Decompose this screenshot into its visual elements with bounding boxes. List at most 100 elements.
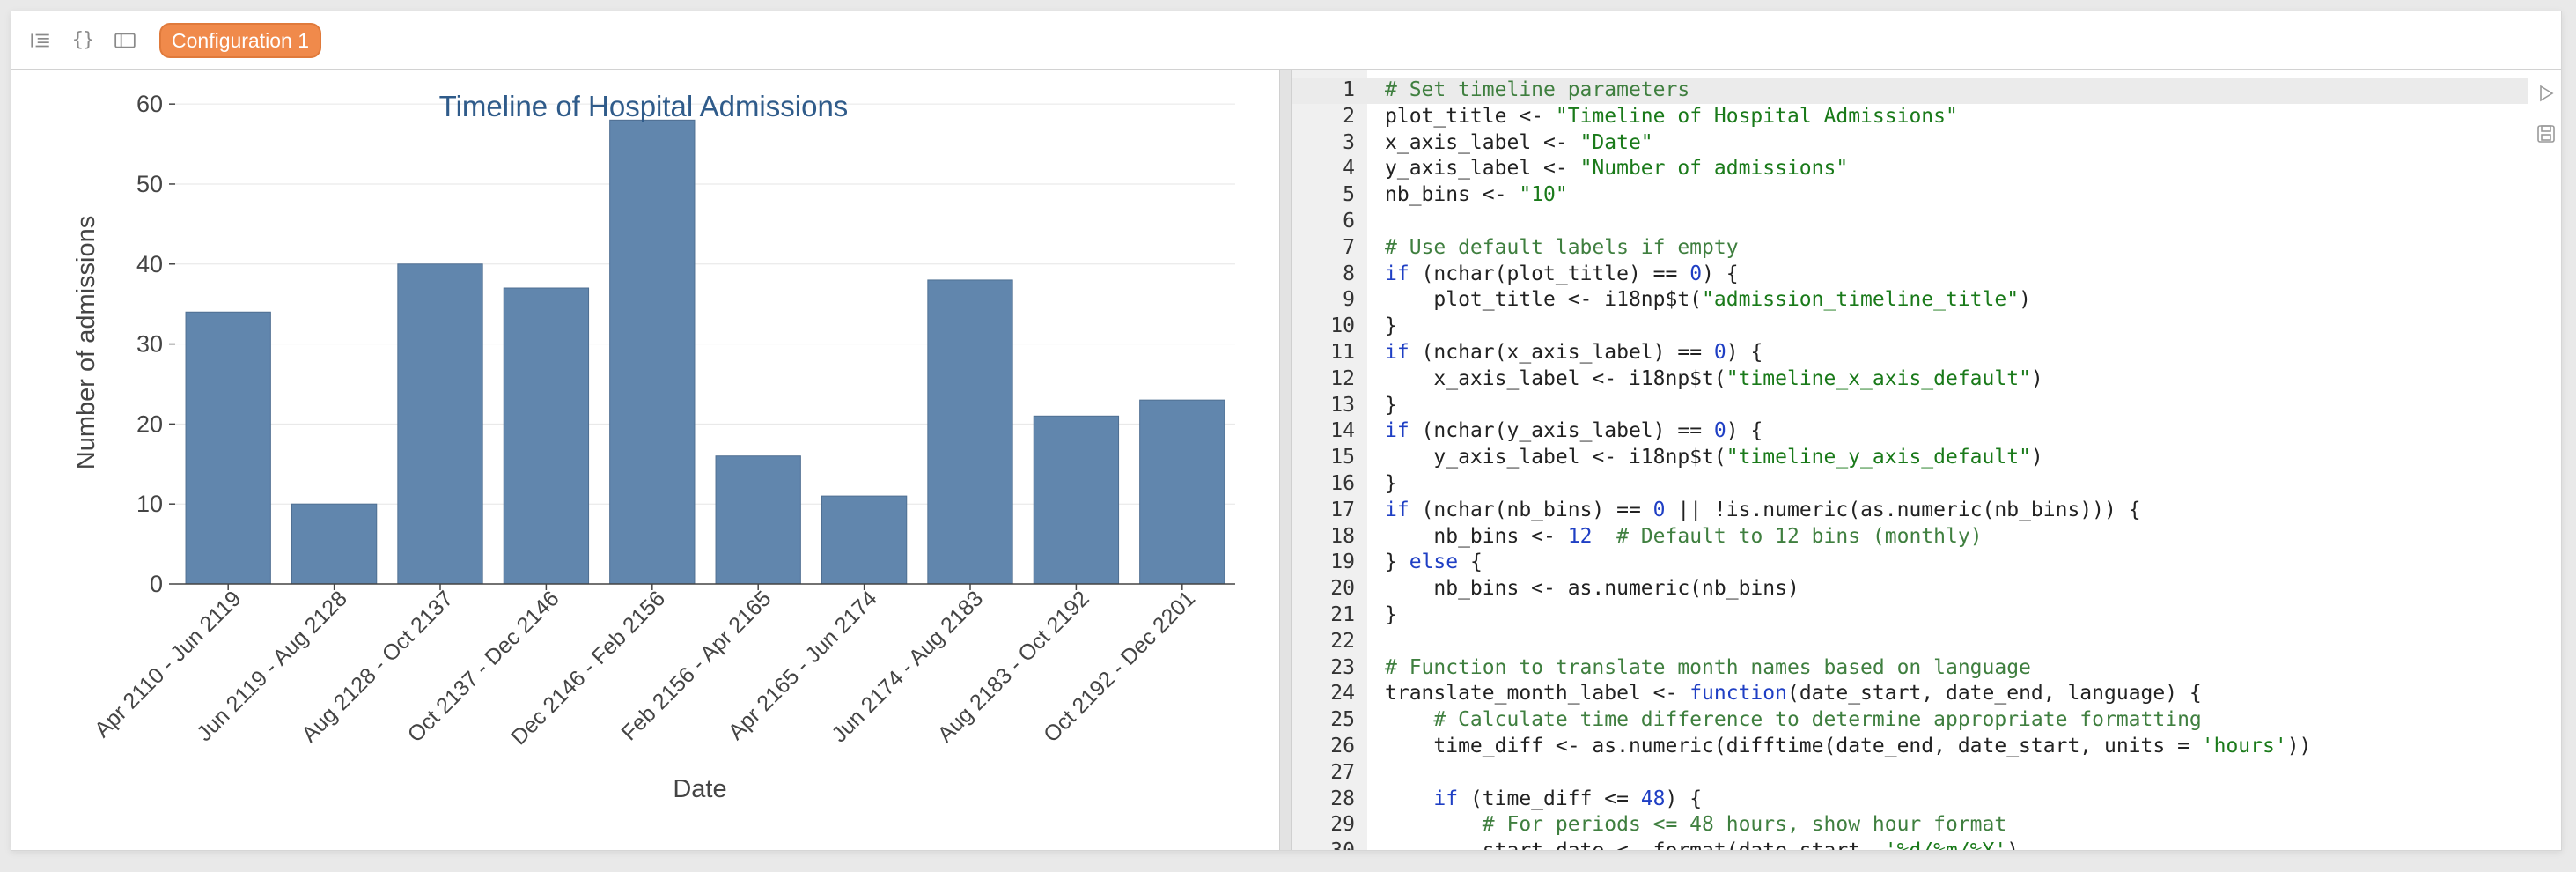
list-icon[interactable]	[27, 27, 54, 54]
code-line[interactable]: 9 plot_title <- i18np$t("admission_timel…	[1292, 287, 2528, 314]
code-text: time_diff <- as.numeric(difftime(date_en…	[1385, 734, 2312, 757]
line-number: 20	[1330, 577, 1355, 601]
line-number: 22	[1330, 629, 1355, 653]
bars	[185, 119, 1225, 585]
code-line[interactable]: 13}	[1292, 393, 2528, 419]
line-number: 18	[1330, 524, 1355, 548]
line-number: 24	[1330, 682, 1355, 706]
code-text: }	[1385, 393, 1397, 417]
code-line[interactable]: 26 time_diff <- as.numeric(difftime(date…	[1292, 734, 2528, 760]
line-number: 13	[1330, 393, 1355, 417]
code-line[interactable]: 7 # Use default labels if empty	[1292, 235, 2528, 262]
line-number: 26	[1330, 734, 1355, 757]
bar[interactable]	[1033, 415, 1120, 585]
code-editor[interactable]: 1 # Set timeline parameters 2 plot_title <-…	[1292, 70, 2528, 850]
code-line[interactable]: 23 # Function to translate month names ba…	[1292, 655, 2528, 682]
code-line[interactable]: 28 if (time_diff <= 48) {	[1292, 787, 2528, 813]
code-line[interactable]: 27	[1292, 760, 2528, 787]
code-line[interactable]: 11 if (nchar(x_axis_label) == 0) {	[1292, 340, 2528, 366]
bar[interactable]	[1139, 399, 1225, 585]
line-number: 11	[1330, 340, 1355, 364]
code-line[interactable]: 15 y_axis_label <- i18np$t("timeline_y_a…	[1292, 445, 2528, 471]
y-tick-label: 10	[136, 491, 163, 517]
code-line[interactable]: 29 # For periods <= 48 hours, show hour …	[1292, 812, 2528, 839]
bar[interactable]	[821, 495, 908, 585]
chart-pane: 0 10 20 30 40 50 60 Apr 2110 - Jun 2119 Jun 2119…	[11, 70, 1279, 850]
y-axis-label: Number of admissions	[72, 216, 100, 470]
code-text: # Calculate time difference to determine…	[1433, 708, 2202, 732]
line-number: 1	[1343, 78, 1355, 101]
code-text: # For periods <= 48 hours, show hour for…	[1482, 813, 2007, 837]
line-number: 6	[1343, 209, 1355, 233]
y-tick-label: 50	[136, 171, 163, 197]
run-icon[interactable]	[2536, 83, 2557, 104]
code-text: if (time_diff <= 48) {	[1433, 787, 1703, 810]
bar[interactable]	[185, 311, 271, 585]
line-number: 4	[1343, 157, 1355, 181]
line-number: 21	[1330, 602, 1355, 626]
line-number: 2	[1343, 104, 1355, 128]
code-text: }	[1385, 314, 1397, 338]
code-text: if (nchar(plot_title) == 0) {	[1385, 262, 1739, 285]
code-text: y_axis_label <- "Number of admissions"	[1385, 157, 1849, 181]
code-line[interactable]: 20 nb_bins <- as.numeric(nb_bins)	[1292, 576, 2528, 602]
code-line[interactable]: 19} else {	[1292, 550, 2528, 576]
code-line[interactable]: 8 if (nchar(plot_title) == 0) {	[1292, 262, 2528, 288]
x-axis-label: Date	[673, 775, 726, 803]
code-line[interactable]: 24 translate_month_label <- function(date…	[1292, 681, 2528, 707]
code-line[interactable]: 2 plot_title <- "Timeline of Hospital Adm…	[1292, 104, 2528, 130]
code-text: }	[1385, 602, 1397, 626]
code-text: y_axis_label <- i18np$t("timeline_y_axis…	[1385, 446, 2043, 469]
code-line[interactable]: 17 if (nchar(nb_bins) == 0 || !is.numeric…	[1292, 498, 2528, 524]
pane-splitter[interactable]	[1279, 70, 1292, 850]
line-number: 30	[1292, 839, 1355, 850]
line-number: 27	[1330, 760, 1355, 784]
line-number: 3	[1343, 130, 1355, 154]
code-line[interactable]: 22	[1292, 629, 2528, 655]
code-line[interactable]: 18 nb_bins <- 12 # Default to 12 bins (m…	[1292, 524, 2528, 551]
editor-action-rail	[2528, 70, 2561, 850]
code-line[interactable]: 21}	[1292, 602, 2528, 629]
code-line[interactable]: 30 start_date <- format(date_start, '%d/…	[1292, 839, 2528, 850]
code-line[interactable]: 3 x_axis_label <- "Date"	[1292, 130, 2528, 157]
line-number: 19	[1330, 551, 1355, 574]
code-text: plot_title <- i18np$t("admission_timelin…	[1385, 288, 2031, 312]
bar[interactable]	[397, 263, 483, 585]
code-text: nb_bins <- 12 # Default to 12 bins (mont…	[1385, 524, 1983, 548]
code-text: if (nchar(y_axis_label) == 0) {	[1385, 419, 1763, 443]
code-text: }	[1385, 471, 1397, 495]
app-window: {} Configuration 1 0 10 20 30 40 50 60 Apr 2110…	[11, 11, 2562, 851]
code-line[interactable]: 14 if (nchar(y_axis_label) == 0) {	[1292, 418, 2528, 445]
braces-icon[interactable]: {}	[70, 27, 96, 54]
line-number: 5	[1343, 183, 1355, 207]
code-text: nb_bins <- as.numeric(nb_bins)	[1385, 577, 1800, 601]
bar[interactable]	[291, 503, 378, 585]
code-line[interactable]: 25 # Calculate time difference to determ…	[1292, 707, 2528, 734]
code-text: start_date <- format(date_start, '%d/%m/…	[1385, 839, 2019, 850]
bar-chart: 0102030405060Apr 2110 - Jun 2119Jun 2119…	[72, 90, 1235, 803]
bar[interactable]	[715, 455, 801, 585]
code-line[interactable]: 6	[1292, 209, 2528, 235]
code-text: if (nchar(x_axis_label) == 0) {	[1385, 340, 1763, 364]
code-line[interactable]: 1 # Set timeline parameters	[1292, 78, 2528, 104]
y-tick-label: 30	[136, 331, 163, 358]
bar[interactable]	[927, 279, 1013, 585]
line-number: 16	[1330, 471, 1355, 495]
line-number: 12	[1330, 366, 1355, 390]
code-text: nb_bins <- "10"	[1385, 183, 1568, 207]
save-icon[interactable]	[2536, 123, 2557, 144]
code-line[interactable]: 12 x_axis_label <- i18np$t("timeline_x_a…	[1292, 366, 2528, 393]
bar[interactable]	[609, 119, 696, 585]
toolbar: {} Configuration 1	[11, 11, 2561, 70]
panel-icon[interactable]	[112, 27, 138, 54]
line-number: 25	[1330, 708, 1355, 732]
y-tick-label: 20	[136, 410, 163, 437]
bar[interactable]	[503, 287, 590, 585]
code-text: if (nchar(nb_bins) == 0 || !is.numeric(a…	[1385, 498, 2141, 521]
code-text: plot_title <- "Timeline of Hospital Admi…	[1385, 104, 1958, 128]
configuration-tab[interactable]: Configuration 1	[159, 22, 321, 58]
code-line[interactable]: 5 nb_bins <- "10"	[1292, 182, 2528, 209]
code-line[interactable]: 10}	[1292, 314, 2528, 340]
code-line[interactable]: 16}	[1292, 471, 2528, 498]
code-line[interactable]: 4 y_axis_label <- "Number of admissions"	[1292, 156, 2528, 182]
